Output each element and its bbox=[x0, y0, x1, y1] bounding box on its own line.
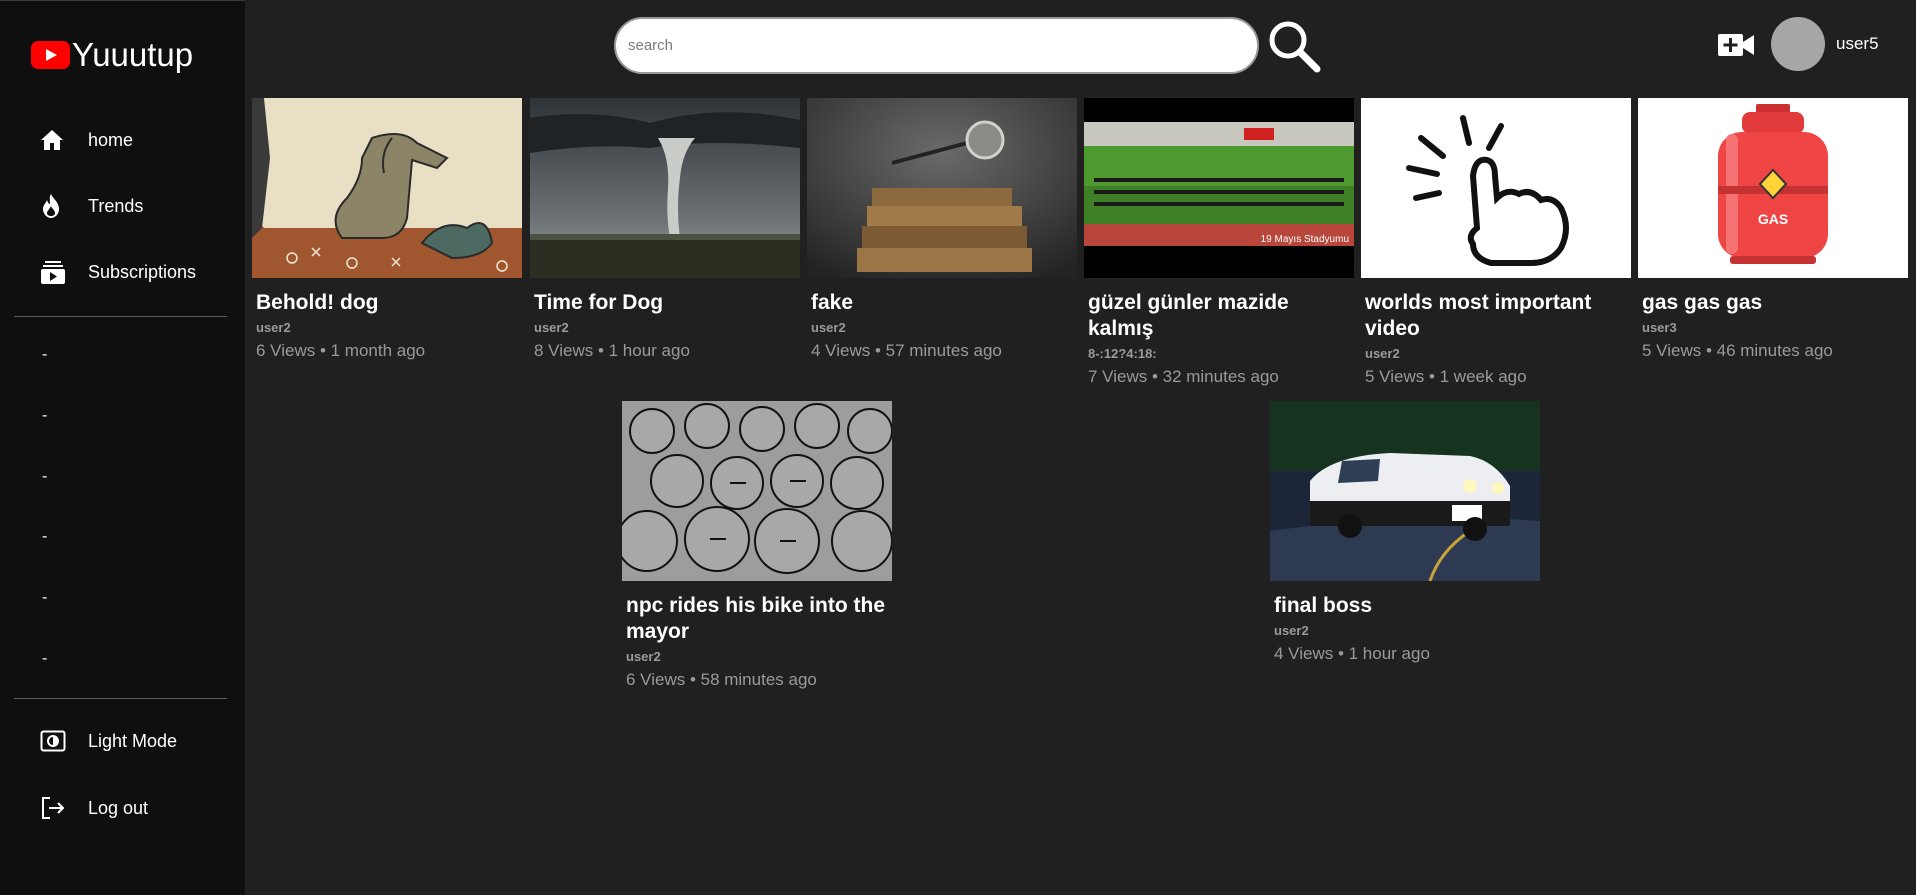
thumbnail-caption: GAS bbox=[1758, 211, 1788, 227]
video-card[interactable]: worlds most important video user2 5 View… bbox=[1361, 98, 1631, 390]
channel-name[interactable]: user2 bbox=[1270, 621, 1540, 641]
video-card[interactable]: fake user2 4 Views • 57 minutes ago bbox=[807, 98, 1077, 364]
video-thumbnail[interactable]: GAS bbox=[1638, 98, 1908, 278]
app: Yuuutup home Trends Subscriptions - - - … bbox=[0, 0, 1916, 895]
search-input[interactable] bbox=[614, 17, 1259, 74]
video-meta: 5 Views • 46 minutes ago bbox=[1642, 341, 1833, 360]
video-meta: 4 Views • 1 hour ago bbox=[1274, 644, 1430, 663]
subscription-item[interactable]: - bbox=[42, 589, 47, 607]
channel-name[interactable]: user2 bbox=[807, 318, 1077, 338]
search-icon bbox=[1269, 21, 1321, 73]
video-title[interactable]: worlds most important video bbox=[1361, 290, 1631, 342]
video-thumbnail[interactable] bbox=[252, 98, 522, 278]
video-thumbnail[interactable]: 19 Mayıs Stadyumu bbox=[1084, 98, 1354, 278]
channel-name[interactable]: 8-:12?4:18: bbox=[1084, 344, 1354, 364]
avatar[interactable] bbox=[1771, 17, 1825, 71]
video-title[interactable]: Behold! dog bbox=[252, 290, 522, 316]
sidebar: Yuuutup home Trends Subscriptions - - - … bbox=[0, 0, 245, 895]
channel-name[interactable]: user2 bbox=[1361, 344, 1631, 364]
video-title[interactable]: fake bbox=[807, 290, 1077, 316]
video-title[interactable]: Time for Dog bbox=[530, 290, 800, 316]
video-thumbnail[interactable] bbox=[530, 98, 800, 278]
video-meta: 7 Views • 32 minutes ago bbox=[1088, 367, 1279, 386]
search-bar bbox=[614, 17, 1259, 74]
light-mode-icon bbox=[40, 726, 74, 756]
video-meta: 5 Views • 1 week ago bbox=[1365, 367, 1527, 386]
channel-name[interactable]: user2 bbox=[622, 647, 892, 667]
video-thumbnail[interactable] bbox=[622, 401, 892, 581]
sidebar-item-trends[interactable]: Trends bbox=[40, 191, 143, 221]
sidebar-divider bbox=[14, 698, 227, 699]
subscription-item[interactable]: - bbox=[42, 650, 47, 668]
logout-icon bbox=[40, 793, 74, 823]
subscription-item[interactable]: - bbox=[42, 407, 47, 425]
video-card[interactable]: final boss user2 4 Views • 1 hour ago bbox=[1270, 401, 1540, 667]
search-button[interactable] bbox=[1266, 18, 1322, 74]
sidebar-item-home[interactable]: home bbox=[40, 125, 133, 155]
sidebar-item-subscriptions[interactable]: Subscriptions bbox=[40, 257, 196, 287]
video-card[interactable]: GAS gas gas gas user3 5 Views • 46 minut… bbox=[1638, 98, 1908, 364]
channel-name[interactable]: user2 bbox=[530, 318, 800, 338]
logo-text: Yuuutup bbox=[72, 36, 194, 73]
channel-name[interactable]: user3 bbox=[1638, 318, 1908, 338]
video-thumbnail[interactable] bbox=[1270, 401, 1540, 581]
fire-icon bbox=[40, 191, 74, 221]
logout-button[interactable]: Log out bbox=[40, 793, 148, 823]
sidebar-divider bbox=[14, 316, 227, 317]
video-title[interactable]: gas gas gas bbox=[1638, 290, 1908, 316]
username[interactable]: user5 bbox=[1836, 34, 1879, 54]
sidebar-item-label: home bbox=[88, 129, 134, 150]
subscription-item[interactable]: - bbox=[42, 346, 47, 364]
video-card[interactable]: npc rides his bike into the mayor user2 … bbox=[622, 401, 892, 693]
video-title[interactable]: güzel günler mazide kalmış bbox=[1084, 290, 1354, 342]
subscriptions-icon bbox=[40, 257, 74, 287]
home-icon bbox=[40, 125, 74, 155]
subscription-item[interactable]: - bbox=[42, 468, 47, 486]
channel-name[interactable]: user2 bbox=[252, 318, 522, 338]
video-add-icon bbox=[1718, 34, 1754, 56]
video-card[interactable]: Time for Dog user2 8 Views • 1 hour ago bbox=[530, 98, 800, 364]
play-logo-icon bbox=[31, 40, 70, 69]
light-mode-label: Light Mode bbox=[88, 730, 178, 751]
logo[interactable]: Yuuutup bbox=[31, 38, 193, 71]
sidebar-item-label: Subscriptions bbox=[88, 261, 197, 282]
thumbnail-caption: 19 Mayıs Stadyumu bbox=[1261, 234, 1349, 245]
video-meta: 8 Views • 1 hour ago bbox=[534, 341, 690, 360]
sidebar-item-label: Trends bbox=[88, 195, 144, 216]
video-title[interactable]: npc rides his bike into the mayor bbox=[622, 593, 892, 645]
video-meta: 6 Views • 1 month ago bbox=[256, 341, 426, 360]
logout-label: Log out bbox=[88, 797, 149, 818]
upload-video-button[interactable] bbox=[1718, 31, 1754, 59]
subscription-item[interactable]: - bbox=[42, 528, 47, 546]
video-title[interactable]: final boss bbox=[1270, 593, 1540, 619]
light-mode-button[interactable]: Light Mode bbox=[40, 726, 177, 756]
video-card[interactable]: 19 Mayıs Stadyumu güzel günler mazide ka… bbox=[1084, 98, 1354, 390]
video-thumbnail[interactable] bbox=[807, 98, 1077, 278]
video-card[interactable]: Behold! dog user2 6 Views • 1 month ago bbox=[252, 98, 522, 364]
video-meta: 4 Views • 57 minutes ago bbox=[811, 341, 1002, 360]
video-thumbnail[interactable] bbox=[1361, 98, 1631, 278]
video-meta: 6 Views • 58 minutes ago bbox=[626, 670, 817, 689]
